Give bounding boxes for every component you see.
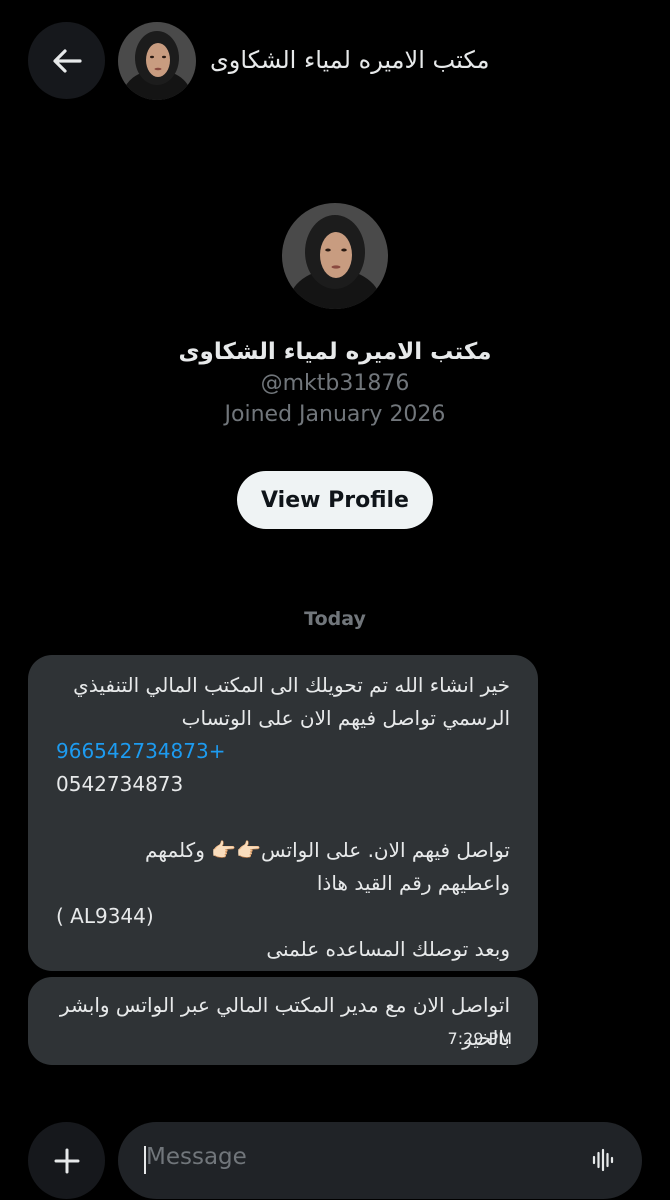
conversation-header: مكتب الاميره لمياء الشكاوى: [0, 0, 670, 122]
phone-link[interactable]: 966542734873+: [56, 735, 510, 768]
phone-number-text: 0542734873: [56, 772, 184, 796]
message-timestamp: 7:29 PM: [447, 1029, 512, 1048]
message-line: بالخير: [462, 1026, 510, 1050]
profile-handle: @mktb31876: [260, 371, 410, 396]
message-bubble[interactable]: خير انشاء الله تم تحويلك الى المكتب الما…: [28, 655, 538, 971]
reference-code: ( AL9344): [56, 904, 154, 928]
composer-bar: Message: [0, 1122, 670, 1200]
message-line: واعطيهم رقم القيد هاذا: [316, 871, 510, 895]
date-divider: Today: [304, 608, 366, 630]
message-line: تواصل فيهم الان. على الواتس👉🏻👉🏻 وكلمهم: [144, 838, 510, 862]
profile-joined-date: Joined January 2026: [224, 402, 446, 427]
conversation-title[interactable]: مكتب الاميره لمياء الشكاوى: [210, 46, 489, 74]
plus-icon: [54, 1148, 79, 1173]
profile-avatar[interactable]: [282, 203, 388, 309]
message-input[interactable]: Message: [118, 1122, 642, 1199]
view-profile-button[interactable]: View Profile: [237, 471, 433, 529]
add-attachment-button[interactable]: [28, 1122, 105, 1199]
message-placeholder: Message: [146, 1144, 247, 1170]
arrow-left-icon: [52, 48, 82, 73]
avatar[interactable]: [118, 22, 196, 100]
message-line: خير انشاء الله تم تحويلك الى المكتب الما…: [73, 673, 510, 697]
back-button[interactable]: [28, 22, 105, 99]
message-line: الرسمي تواصل فيهم الان على الوتساب: [181, 706, 510, 730]
message-bubble[interactable]: اتواصل الان مع مدير المكتب المالي عبر ال…: [28, 977, 538, 1065]
profile-card: مكتب الاميره لمياء الشكاوى @mktb31876 Jo…: [0, 200, 670, 427]
message-line: اتواصل الان مع مدير المكتب المالي عبر ال…: [59, 993, 510, 1017]
message-line: وبعد توصلك المساعده علمنى: [266, 937, 510, 961]
voice-wave-icon[interactable]: [592, 1148, 614, 1172]
profile-name: مكتب الاميره لمياء الشكاوى: [178, 339, 492, 365]
